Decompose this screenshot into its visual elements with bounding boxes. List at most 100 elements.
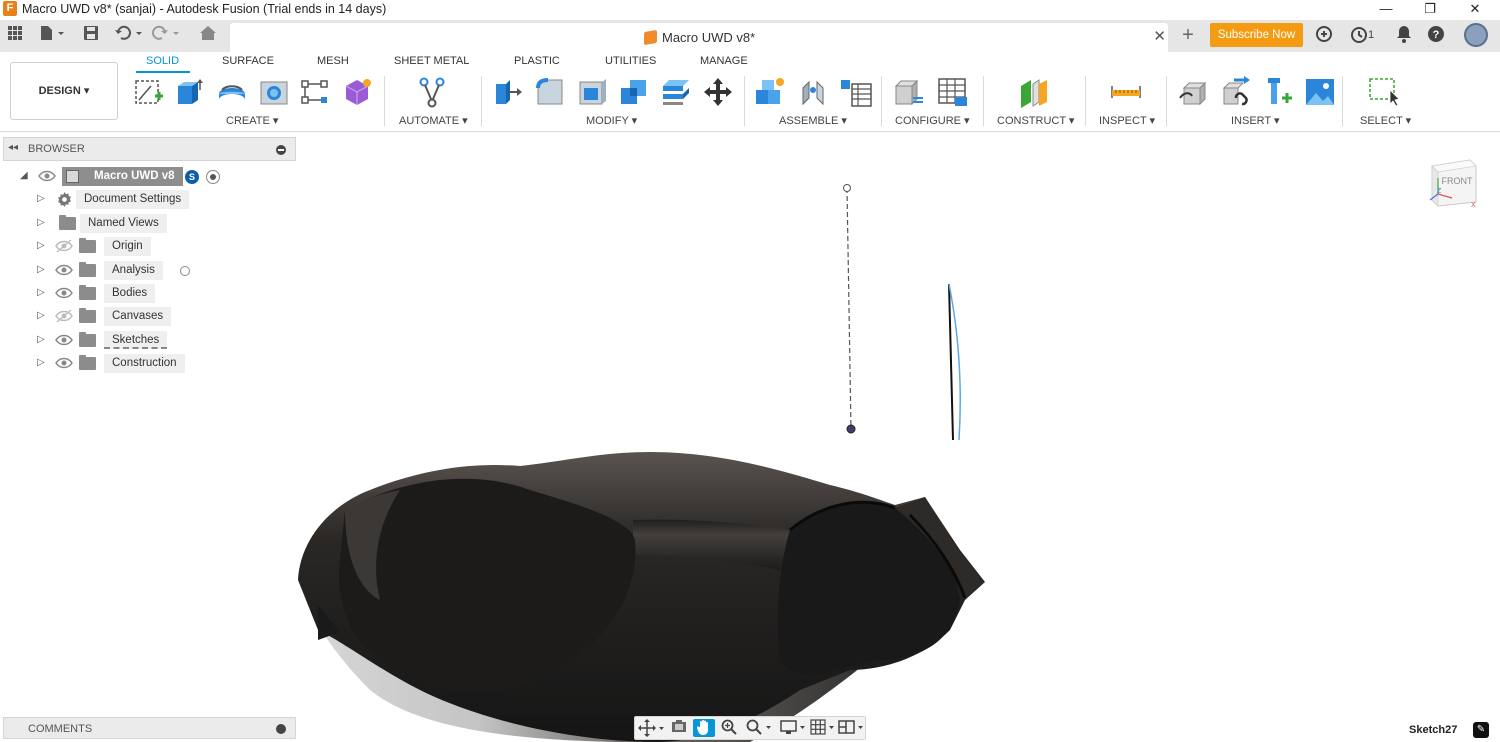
expand-arrow-icon[interactable]: ▷ <box>37 334 45 345</box>
revolve-icon[interactable] <box>216 76 248 108</box>
orbit-icon[interactable] <box>637 719 667 737</box>
job-status-icon[interactable]: 1 <box>1346 25 1378 45</box>
close-window-button[interactable]: ✕ <box>1455 0 1495 18</box>
insert-component-icon[interactable] <box>1262 76 1294 108</box>
3d-model-body[interactable] <box>298 452 985 742</box>
expand-arrow-icon[interactable]: ▷ <box>37 357 45 368</box>
tab-sheet-metal[interactable]: SHEET METAL <box>394 55 469 67</box>
visibility-eye-icon[interactable] <box>38 169 56 186</box>
pan-hand-icon[interactable] <box>693 719 715 737</box>
browser-item-document-settings[interactable]: ▷ Document Settings <box>37 190 197 209</box>
grid-menu-icon[interactable] <box>5 25 25 47</box>
tab-surface[interactable]: SURFACE <box>222 55 274 67</box>
viewports-icon[interactable] <box>837 719 867 737</box>
grid-settings-icon[interactable] <box>809 719 839 737</box>
hole-icon[interactable] <box>258 76 290 108</box>
home-icon[interactable] <box>197 25 219 47</box>
configuration-table-icon[interactable] <box>937 76 969 108</box>
tab-solid[interactable]: SOLID <box>146 55 179 67</box>
help-icon[interactable]: ? <box>1426 25 1446 49</box>
measure-icon[interactable] <box>1110 76 1142 108</box>
tab-mesh[interactable]: MESH <box>317 55 349 67</box>
display-settings-icon[interactable] <box>779 719 809 737</box>
tab-utilities[interactable]: UTILITIES <box>605 55 656 67</box>
assemble-group-label[interactable]: ASSEMBLE ▾ <box>779 114 847 127</box>
zoom-window-icon[interactable] <box>745 719 775 737</box>
new-component-icon[interactable] <box>754 76 786 108</box>
tab-manage[interactable]: MANAGE <box>700 55 748 67</box>
expand-arrow-icon[interactable]: ▷ <box>37 264 45 275</box>
viewcube[interactable]: FRONT Z X <box>1426 154 1478 208</box>
browser-item-named-views[interactable]: ▷ Named Views <box>37 214 177 233</box>
modify-group-label[interactable]: MODIFY ▾ <box>586 114 637 127</box>
restore-button[interactable]: ❐ <box>1410 0 1450 18</box>
construction-line[interactable] <box>843 184 856 434</box>
window-select-icon[interactable] <box>1368 76 1400 108</box>
expand-arrow-icon[interactable]: ▷ <box>37 240 45 251</box>
minimize-button[interactable]: — <box>1366 0 1406 18</box>
browser-minimize-icon[interactable] <box>276 145 286 155</box>
browser-item-origin[interactable]: ▷ Origin <box>37 237 177 256</box>
sketch-palette-icon[interactable]: ✎ <box>1473 722 1489 738</box>
browser-item-bodies[interactable]: ▷ Bodies <box>37 284 177 303</box>
pattern-icon[interactable] <box>299 76 331 108</box>
save-icon[interactable] <box>81 25 101 47</box>
close-tab-icon[interactable]: ✕ <box>1153 27 1166 45</box>
automate-icon[interactable] <box>416 76 448 108</box>
activate-radio-icon[interactable] <box>180 266 190 276</box>
offset-plane-icon[interactable] <box>1018 76 1050 108</box>
browser-item-canvases[interactable]: ▷ Canvases <box>37 307 177 326</box>
add-comment-icon[interactable] <box>276 724 286 734</box>
document-tab[interactable]: Macro UWD v8* ✕ <box>230 23 1168 52</box>
select-group-label[interactable]: SELECT ▾ <box>1360 114 1411 127</box>
sketch-curve[interactable] <box>948 283 961 441</box>
insert-derive-icon[interactable] <box>1178 76 1210 108</box>
visibility-eye-icon[interactable] <box>55 356 73 373</box>
create-group-label[interactable]: CREATE ▾ <box>226 114 278 127</box>
bill-of-materials-icon[interactable] <box>840 76 872 108</box>
hidden-eye-icon[interactable] <box>55 309 73 326</box>
visibility-eye-icon[interactable] <box>55 263 73 280</box>
collapse-arrow-icon[interactable]: ◢ <box>20 170 28 181</box>
browser-item-sketches[interactable]: ▷ Sketches <box>37 331 177 350</box>
extensions-icon[interactable] <box>1314 25 1334 49</box>
expand-arrow-icon[interactable]: ▷ <box>37 310 45 321</box>
construct-group-label[interactable]: CONSTRUCT ▾ <box>997 114 1074 127</box>
insert-group-label[interactable]: INSERT ▾ <box>1231 114 1280 127</box>
workspace-switcher-button[interactable]: DESIGN ▾ <box>10 62 118 120</box>
offset-face-icon[interactable] <box>660 76 692 108</box>
activate-radio-icon[interactable] <box>206 170 220 184</box>
create-form-icon[interactable] <box>341 76 373 108</box>
collapse-panel-icon[interactable]: ◂◂ <box>8 142 18 153</box>
visibility-eye-icon[interactable] <box>55 286 73 303</box>
zoom-icon[interactable] <box>718 719 740 737</box>
expand-arrow-icon[interactable]: ▷ <box>37 287 45 298</box>
press-pull-icon[interactable] <box>492 76 524 108</box>
expand-arrow-icon[interactable]: ▷ <box>37 217 45 228</box>
configure-design-icon[interactable] <box>893 76 925 108</box>
insert-mcmaster-icon[interactable] <box>1220 76 1252 108</box>
browser-root-item[interactable]: ◢ Macro UWD v8 S <box>20 167 240 186</box>
new-tab-button[interactable]: + <box>1176 24 1200 48</box>
browser-item-construction[interactable]: ▷ Construction <box>37 354 197 373</box>
look-at-icon[interactable] <box>668 719 690 737</box>
undo-icon[interactable] <box>113 25 147 47</box>
file-menu-icon[interactable] <box>37 25 67 47</box>
combine-icon[interactable] <box>618 76 650 108</box>
visibility-eye-icon[interactable] <box>55 333 73 350</box>
user-avatar[interactable] <box>1464 23 1488 47</box>
fillet-icon[interactable] <box>534 76 566 108</box>
move-copy-icon[interactable] <box>702 76 734 108</box>
redo-icon[interactable] <box>150 25 184 47</box>
viewcube-face-label[interactable]: FRONT <box>1442 176 1473 186</box>
tab-plastic[interactable]: PLASTIC <box>514 55 560 67</box>
inspect-group-label[interactable]: INSPECT ▾ <box>1099 114 1155 127</box>
3d-viewport[interactable] <box>296 132 1500 742</box>
shell-icon[interactable] <box>576 76 608 108</box>
configure-group-label[interactable]: CONFIGURE ▾ <box>895 114 970 127</box>
insert-canvas-icon[interactable] <box>1304 76 1336 108</box>
notifications-icon[interactable] <box>1394 25 1414 49</box>
browser-item-analysis[interactable]: ▷ Analysis <box>37 261 197 280</box>
create-sketch-icon[interactable] <box>133 76 165 108</box>
expand-arrow-icon[interactable]: ▷ <box>37 193 45 204</box>
